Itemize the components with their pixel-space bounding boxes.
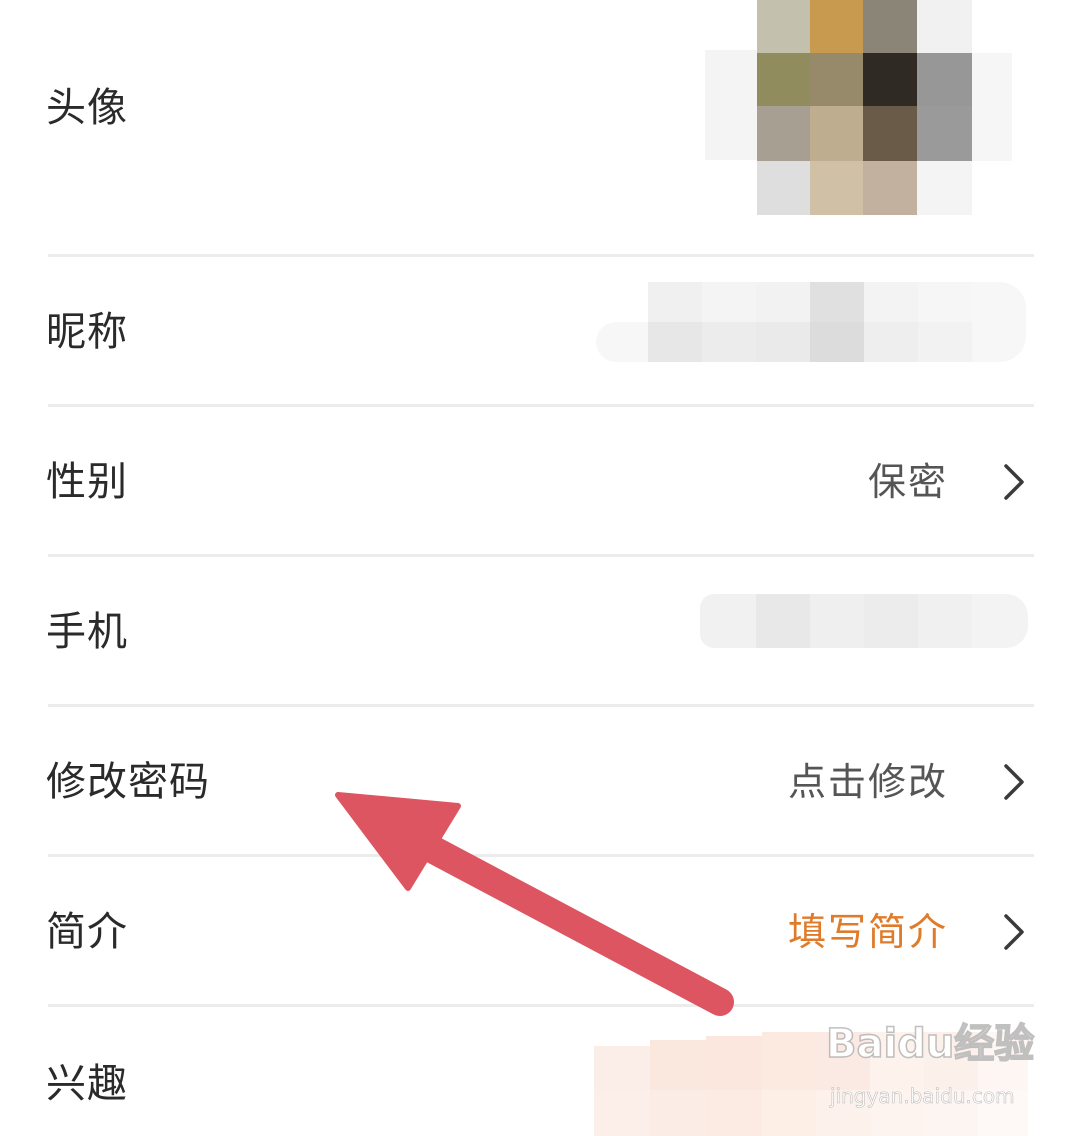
- watermark-url: jingyan.baidu.com: [830, 1084, 1015, 1109]
- baidu-jingyan-watermark: Baidu经验 jingyan.baidu.com: [825, 1018, 1036, 1118]
- watermark-logo: Baidu经验: [825, 1020, 1035, 1068]
- red-arrow-annotation: [335, 792, 734, 1016]
